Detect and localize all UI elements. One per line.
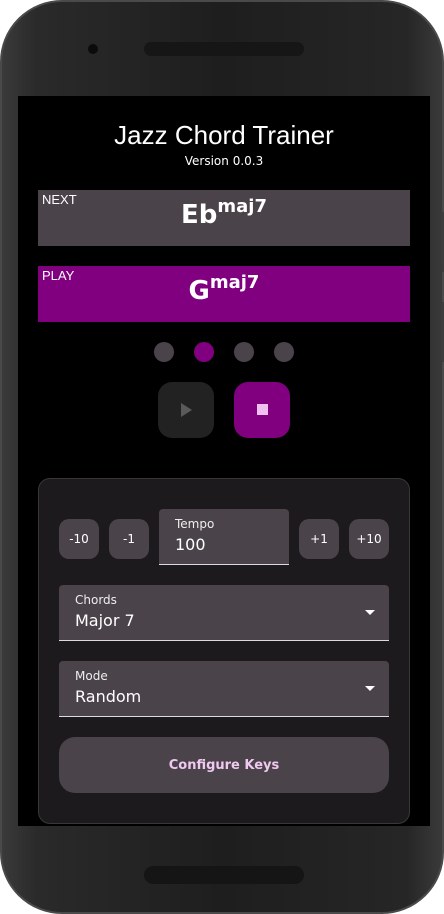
beat-dot xyxy=(154,342,174,362)
play-button[interactable] xyxy=(158,382,214,438)
chords-value: Major 7 xyxy=(75,611,135,630)
next-chord-card: NEXT Ebmaj7 xyxy=(38,190,410,246)
app-screen: Jazz Chord Trainer Version 0.0.3 NEXT Eb… xyxy=(18,96,430,826)
chevron-down-icon xyxy=(365,610,375,615)
configure-keys-button[interactable]: Configure Keys xyxy=(59,737,389,793)
next-chord: Ebmaj7 xyxy=(38,196,410,230)
beat-dot-active xyxy=(194,342,214,362)
play-chord-quality: maj7 xyxy=(209,272,260,293)
play-chord-root: G xyxy=(188,276,210,306)
play-chord: Gmaj7 xyxy=(38,272,410,306)
app-version: Version 0.0.3 xyxy=(184,154,264,168)
phone-frame: Jazz Chord Trainer Version 0.0.3 NEXT Eb… xyxy=(0,0,444,914)
front-camera xyxy=(88,44,98,54)
tempo-plus-10-button[interactable]: +10 xyxy=(349,519,389,559)
beat-dot xyxy=(274,342,294,362)
mode-label: Mode xyxy=(75,669,108,683)
chords-label: Chords xyxy=(75,593,117,607)
tempo-minus-10-button[interactable]: -10 xyxy=(59,519,99,559)
play-icon xyxy=(181,403,192,417)
mode-select[interactable]: Mode Random xyxy=(59,661,389,717)
next-chord-quality: maj7 xyxy=(217,196,267,217)
tempo-plus-1-button[interactable]: +1 xyxy=(299,519,339,559)
tempo-value[interactable]: 100 xyxy=(175,535,206,554)
stop-icon xyxy=(257,404,268,415)
mode-value: Random xyxy=(75,687,142,706)
next-chord-root: Eb xyxy=(181,200,218,230)
tempo-minus-1-button[interactable]: -1 xyxy=(109,519,149,559)
app-title: Jazz Chord Trainer xyxy=(114,120,334,150)
settings-panel: -10 -1 Tempo 100 +1 +10 Chords Major 7 M… xyxy=(38,478,410,824)
earpiece-speaker xyxy=(144,42,304,56)
stop-button[interactable] xyxy=(234,382,290,438)
tempo-field[interactable]: Tempo 100 xyxy=(159,509,289,565)
bottom-speaker xyxy=(144,866,304,884)
play-chord-card: PLAY Gmaj7 xyxy=(38,266,410,322)
beat-dot xyxy=(234,342,254,362)
chords-select[interactable]: Chords Major 7 xyxy=(59,585,389,641)
chevron-down-icon xyxy=(365,686,375,691)
tempo-label: Tempo xyxy=(175,517,215,531)
